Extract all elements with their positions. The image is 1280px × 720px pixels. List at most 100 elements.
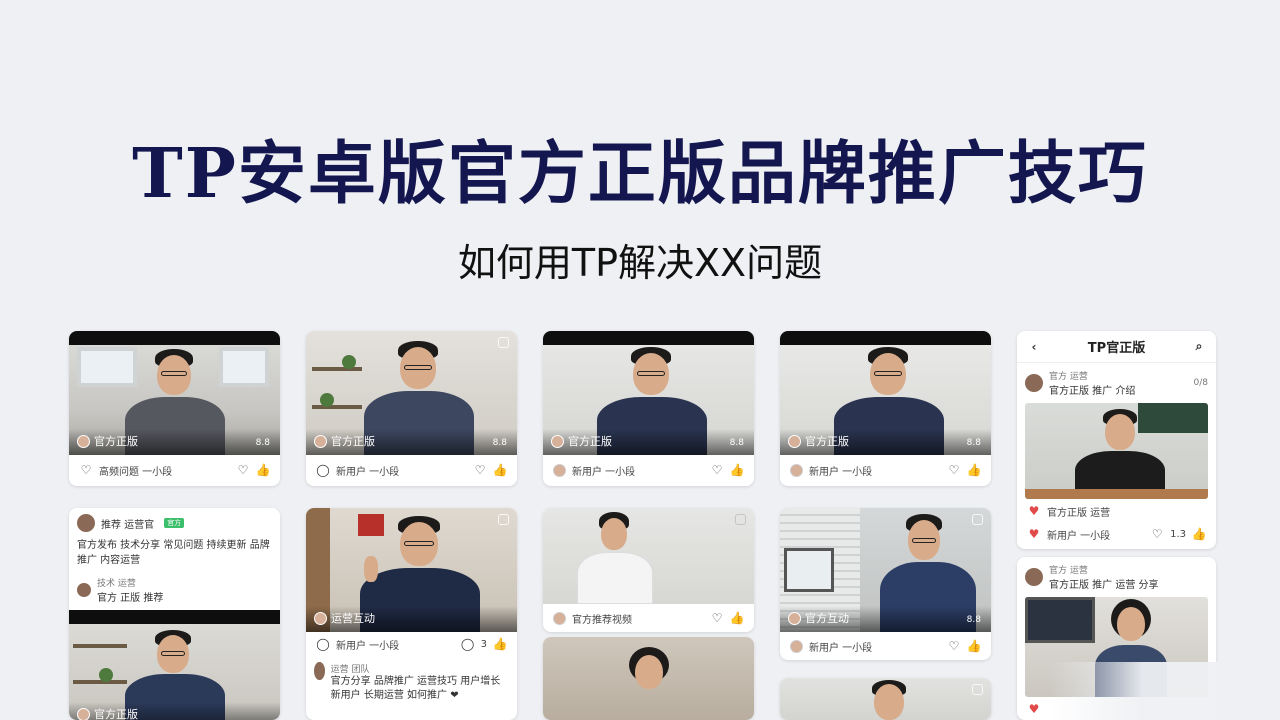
shelf <box>312 405 362 409</box>
heart-icon[interactable]: ♡ <box>710 611 724 625</box>
shelf <box>73 644 127 648</box>
video-caption: 官方正版 <box>551 433 612 449</box>
post-text: 官方分享 品牌推广 运营技巧 用户增长 新用户 长期运营 如何推广 ❤ <box>330 676 501 701</box>
video-thumbnail[interactable]: 官方正版 8.8 <box>543 345 754 455</box>
comment-icon[interactable]: ◯ <box>316 637 330 651</box>
app-panel: ‹ TP官正版 ⌕ 官方 运营 官方正版 推广 介绍 0/8 ♥ 官方正版 运营 <box>1017 331 1216 549</box>
video-thumbnail[interactable]: 官方正版 8.8 <box>780 345 991 455</box>
heart-icon[interactable]: ♡ <box>236 463 250 477</box>
window <box>219 347 269 387</box>
settings-icon[interactable] <box>972 514 983 525</box>
post-author: 推荐 运营官 <box>101 519 155 531</box>
heart-icon[interactable]: ♡ <box>1150 527 1164 541</box>
card-footer: ◯ 新用户 一小段 ♡ 👍 <box>306 455 517 485</box>
settings-icon[interactable] <box>972 684 983 695</box>
post-author: 官方 运营 <box>1049 566 1088 576</box>
footer-text: 新用户 一小段 <box>572 466 636 478</box>
presenter <box>577 512 657 604</box>
video-caption: 官方正版 <box>77 706 138 720</box>
footer-text: 新用户 一小段 <box>336 466 400 478</box>
video-thumbnail[interactable]: 运营互动 <box>306 508 517 632</box>
video-thumbnail[interactable]: 官方正版 <box>69 624 280 720</box>
heart-filled-icon[interactable]: ♥ <box>1027 527 1041 541</box>
video-thumbnail[interactable] <box>780 678 991 720</box>
post-header: 官方 运营 官方正版 推广 介绍 0/8 <box>1017 363 1216 403</box>
comment-icon[interactable]: ◯ <box>316 463 330 477</box>
thumbs-up-icon[interactable]: 👍 <box>256 463 271 477</box>
video-caption: 官方正版 <box>788 433 849 449</box>
heart-icon[interactable]: ♡ <box>473 463 487 477</box>
thumbs-up-icon[interactable]: 👍 <box>730 463 745 477</box>
post-text: 官方正版 推广 运营 分享 <box>1049 580 1159 591</box>
footer-text: 高频问题 一小段 <box>99 466 173 478</box>
video-card[interactable]: 运营互动 ◯ 新用户 一小段 ◯ 3 👍 运营 团队 官方分享 品牌推广 运营技… <box>306 508 517 720</box>
video-card[interactable] <box>543 637 754 720</box>
avatar <box>553 463 566 477</box>
video-caption: 官方互动 <box>788 610 849 626</box>
heart-icon[interactable]: ♡ <box>947 639 961 653</box>
thumbs-up-icon[interactable]: 👍 <box>967 463 982 477</box>
post-author: 官方 运营 <box>1049 372 1088 382</box>
stat-text: 官方正版 运营 <box>1047 507 1111 519</box>
video-card[interactable]: 官方正版 8.8 ◯ 新用户 一小段 ♡ 👍 <box>306 331 517 486</box>
card-footer: 新用户 一小段 ♡ 👍 <box>543 455 754 485</box>
avatar <box>77 583 91 597</box>
reply-text: 官方 正版 推荐 <box>97 593 164 604</box>
post-image[interactable] <box>1025 403 1208 499</box>
footer-count: 3 <box>480 638 487 650</box>
video-card[interactable]: 官方推荐视频 ♡ 👍 <box>543 508 754 632</box>
video-card[interactable]: 官方正版 8.8 新用户 一小段 ♡ 👍 <box>543 331 754 486</box>
card-footer: ♡ 高频问题 一小段 ♡ 👍 <box>69 455 280 485</box>
watermark-fade <box>1050 662 1280 720</box>
video-top-bar <box>780 331 991 345</box>
video-count: 8.8 <box>255 438 270 448</box>
video-card-grid: 官方正版 8.8 ♡ 高频问题 一小段 ♡ 👍 官方正版 8.8 ◯ 新用户 一… <box>0 0 1280 720</box>
video-thumbnail[interactable]: 官方正版 8.8 <box>306 331 517 455</box>
thumbs-up-icon[interactable]: 👍 <box>730 611 745 625</box>
stat-text: 新用户 一小段 <box>1047 530 1111 542</box>
presenter <box>125 630 225 720</box>
presenter <box>880 514 980 632</box>
heart-icon[interactable]: ♡ <box>79 463 93 477</box>
thumbs-up-icon[interactable]: 👍 <box>1192 527 1207 541</box>
settings-icon[interactable] <box>735 514 746 525</box>
presenter <box>850 680 930 720</box>
video-count: 8.8 <box>966 615 981 625</box>
post-text: 官方正版 推广 介绍 <box>1049 386 1136 397</box>
video-card[interactable]: 官方互动 8.8 新用户 一小段 ♡ 👍 <box>780 508 991 660</box>
presenter <box>834 347 944 455</box>
video-card[interactable] <box>780 678 991 720</box>
video-caption: 官方正版 <box>77 433 138 449</box>
heart-icon[interactable]: ♡ <box>710 463 724 477</box>
chevron-left-icon[interactable]: ‹ <box>1027 340 1041 354</box>
video-caption: 运营互动 <box>314 610 375 626</box>
thumbs-up-icon[interactable]: 👍 <box>493 637 508 651</box>
video-thumbnail[interactable]: 官方正版 8.8 <box>69 345 280 455</box>
heart-icon[interactable]: ♡ <box>947 463 961 477</box>
settings-icon[interactable] <box>498 514 509 525</box>
search-icon[interactable]: ⌕ <box>1192 339 1206 354</box>
post-card[interactable]: 推荐 运营官 官方 官方发布 技术分享 常见问题 持续更新 品牌推广 内容运营 … <box>69 508 280 720</box>
avatar <box>790 463 803 477</box>
video-card[interactable]: 官方正版 8.8 ♡ 高频问题 一小段 ♡ 👍 <box>69 331 280 486</box>
presenter <box>609 647 689 720</box>
video-thumbnail[interactable]: 官方互动 8.8 <box>780 508 991 632</box>
avatar <box>314 662 325 680</box>
avatar <box>553 611 566 625</box>
thumbs-up-icon[interactable]: 👍 <box>967 639 982 653</box>
thumbs-up-icon[interactable]: 👍 <box>493 463 508 477</box>
plant <box>342 355 356 369</box>
video-thumbnail[interactable] <box>543 508 754 604</box>
video-thumbnail[interactable] <box>543 637 754 720</box>
heart-filled-icon[interactable]: ♥ <box>1027 702 1041 716</box>
comment-icon[interactable]: ◯ <box>461 637 475 651</box>
video-card[interactable]: 官方正版 8.8 新用户 一小段 ♡ 👍 <box>780 331 991 486</box>
heart-filled-icon[interactable]: ♥ <box>1027 504 1041 518</box>
avatar <box>1025 374 1043 392</box>
settings-icon[interactable] <box>498 337 509 348</box>
avatar <box>1025 568 1043 586</box>
plant <box>320 393 334 407</box>
like-count: 1.3 <box>1170 528 1186 540</box>
panel-title: TP官正版 <box>1087 341 1146 356</box>
video-count: 8.8 <box>729 438 744 448</box>
